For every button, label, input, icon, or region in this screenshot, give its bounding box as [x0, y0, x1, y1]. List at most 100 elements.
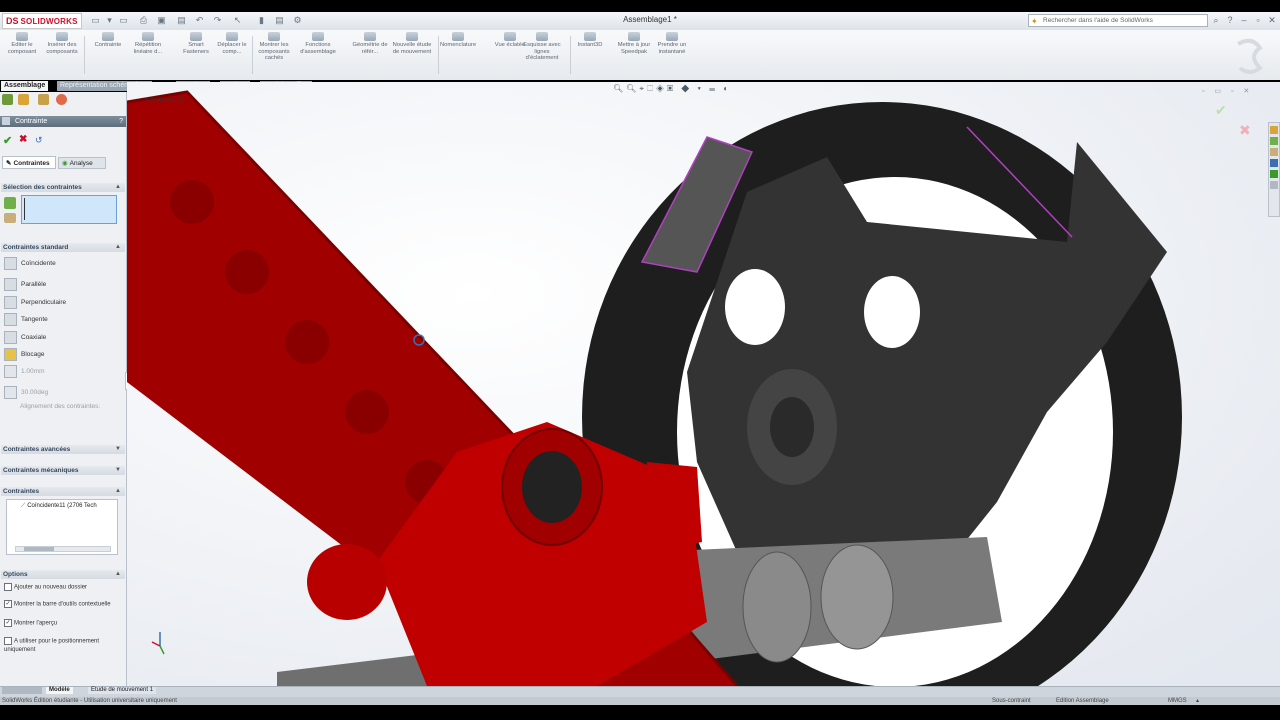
tab-scroll-buttons[interactable] [2, 687, 42, 694]
settings-icon[interactable]: ⚙ [292, 15, 303, 26]
property-manager-panel: Contrainte ? ✔ ✖ ↺ ✎ Contraintes ◉ Analyse… [0, 92, 133, 686]
section-mates[interactable]: Contraintes ▲ [1, 487, 125, 496]
section-mechanical-mates[interactable]: Contraintes mécaniques ▼ [1, 466, 125, 475]
coincident-mate-icon: ⟋ [21, 503, 26, 509]
tab-assemblage[interactable]: Assemblage [1, 81, 49, 91]
undo-mate-icon[interactable]: ↺ [35, 135, 43, 146]
new-document-icon[interactable]: ▭ [90, 15, 101, 26]
display-manager-icon[interactable] [56, 94, 67, 105]
help-search-input[interactable]: ✦ Rechercher dans l'aide de SolidWorks [1028, 14, 1208, 27]
option-checkbox[interactable] [4, 637, 12, 645]
print-icon[interactable]: ⎙ [138, 15, 149, 26]
select-icon[interactable]: ↖ [232, 15, 243, 26]
option-ajouter-au-nouveau-dossier[interactable]: Ajouter au nouveau dossier [4, 583, 120, 592]
nouvelle-etude-de-mouvement-button[interactable]: Nouvelle étude de mouvement [392, 32, 432, 55]
option-checkbox[interactable]: ✓ [4, 619, 12, 627]
feature-manager-icon[interactable] [2, 94, 13, 105]
scrollbar-thumb[interactable] [24, 547, 54, 551]
search-icon[interactable]: ⌕ [1210, 14, 1222, 26]
tab-motion-study[interactable]: Etude de mouvement 1 [88, 687, 157, 694]
mate-option-tangente[interactable]: Tangente [4, 313, 48, 326]
confirm-corner-cancel-icon[interactable]: ✖ [1239, 122, 1251, 139]
toolbar-button-label: Instant3D [577, 42, 603, 48]
option-montrer-l-apercu[interactable]: ✓ Montrer l'aperçu [4, 619, 120, 628]
subtab-mates[interactable]: ✎ Contraintes [2, 156, 56, 169]
subtab-analysis[interactable]: ◉ Analyse [58, 157, 106, 169]
property-manager-icon[interactable] [18, 94, 29, 105]
inserer-des-composants-button[interactable]: Insérer des composants [42, 32, 82, 55]
minimize-icon[interactable]: – [1238, 14, 1250, 26]
help-icon[interactable]: ? [119, 116, 123, 127]
fonctions-d-assemblage-button[interactable]: Fonctions d'assemblage [298, 32, 338, 55]
axle-bushing-2[interactable] [820, 544, 894, 650]
graphics-viewport[interactable]: 1 (Défaut<État... 🔍︎🔍︎⌖⬚◈▣ ◆ ▾ ☰ ◐ ▫ ▭ ▫… [127, 82, 1280, 686]
task-pane-strip[interactable] [1268, 122, 1280, 217]
contrainte-button[interactable]: Contrainte [88, 32, 128, 49]
mate-option-blocage[interactable]: Blocage [4, 348, 45, 361]
save-icon[interactable]: ▣ [156, 15, 167, 26]
redo-icon[interactable]: ↷ [212, 15, 223, 26]
status-units[interactable]: MMGS [1168, 697, 1187, 705]
red-pin-side[interactable] [647, 462, 702, 552]
restore-icon[interactable]: ▫ [1252, 14, 1264, 26]
mates-list-scrollbar[interactable] [15, 546, 111, 552]
mate-option-coaxiale[interactable]: Coaxiale [4, 331, 46, 344]
open-icon[interactable]: ▾ [104, 15, 115, 26]
section-advanced-mates[interactable]: Contraintes avancées ▼ [1, 445, 125, 454]
instant3d-button[interactable]: Instant3D [570, 32, 610, 49]
mate-option-parallele[interactable]: Parallèle [4, 278, 46, 291]
editer-le-composant-button[interactable]: Editer le composant [2, 32, 42, 55]
repetition-lineaire-d-button[interactable]: Répétition linéaire d... [128, 32, 168, 55]
subtab-mates-label: Contraintes [13, 160, 50, 167]
mettre-a-jour-speedpak-button[interactable]: Mettre à jour Speedpak [614, 32, 654, 55]
esquisse-avec-lignes-d-eclatement-button[interactable]: Esquisse avec lignes d'éclatement [522, 32, 562, 62]
tab-model[interactable]: Modèle [46, 687, 73, 694]
assembly-model-view[interactable] [127, 82, 1280, 686]
option-montrer-la-barre-d-outils-contextuelle[interactable]: ✓ Montrer la barre d'outils contextuelle [4, 600, 120, 609]
mates-list[interactable]: ⟋ Coïncidente11 (2706 Tech [6, 499, 118, 555]
reference-geometry-icon [364, 32, 376, 41]
toolbar-separator [84, 36, 85, 74]
section-mate-selections[interactable]: Sélection des contraintes ▲ [1, 183, 125, 192]
status-bar: SolidWorks Édition étudiante - Utilisati… [0, 697, 1280, 705]
cancel-x-icon[interactable]: ✖ [19, 134, 27, 145]
option-checkbox[interactable]: ✓ [4, 600, 12, 608]
option-a-utiliser-pour-le-positionnement-uniquement[interactable]: A utiliser pour le positionnement unique… [4, 637, 120, 654]
ok-check-icon[interactable]: ✔ [3, 134, 12, 147]
prendre-un-instantane-button[interactable]: Prendre un instantané [652, 32, 692, 55]
smart-fasteners-button[interactable]: Smart Fasteners [176, 32, 216, 55]
option-checkbox[interactable] [4, 583, 12, 591]
mate-selection-box[interactable] [21, 195, 117, 224]
axle-bushing[interactable] [742, 551, 812, 663]
beam-hole [345, 390, 389, 434]
viewport-window-controls[interactable]: ▫ ▭ ▫ ✕ [1202, 87, 1277, 97]
mate-option-coincidente[interactable]: Coïncidente [4, 257, 56, 270]
red-pin[interactable] [307, 544, 387, 620]
subtab-analysis-label: Analyse [69, 160, 93, 167]
confirm-corner-check-icon[interactable]: ✔ [1215, 102, 1227, 119]
open-file-icon[interactable]: ▭ [118, 15, 129, 26]
help-icon[interactable]: ? [1224, 14, 1236, 26]
options-icon[interactable]: ▤ [274, 15, 285, 26]
configuration-manager-icon[interactable] [38, 94, 49, 105]
rebuild-icon[interactable]: ▮ [256, 15, 267, 26]
deplacer-le-comp-button[interactable]: Déplacer le comp... [212, 32, 252, 55]
solidworks-watermark-icon [1237, 38, 1263, 74]
panel-title: Contrainte [14, 118, 48, 125]
logo-ds: DS [6, 16, 19, 26]
units-dropdown-icon[interactable]: ▴ [1196, 697, 1199, 705]
geometrie-de-refer-button[interactable]: Géométrie de référ... [350, 32, 390, 55]
montrer-les-composants-caches-button[interactable]: Montrer les composants cachés [254, 32, 294, 62]
heads-up-view-toolbar[interactable]: 🔍︎🔍︎⌖⬚◈▣ ◆ ▾ ☰ ◐ [613, 84, 803, 94]
section-standard-mates[interactable]: Contraintes standard ▲ [1, 243, 125, 252]
mate-list-item[interactable]: ⟋ Coïncidente11 (2706 Tech [21, 503, 97, 510]
undo-icon[interactable]: ↶ [194, 15, 205, 26]
solidworks-logo[interactable]: DS SOLIDWORKS [2, 13, 82, 29]
feature-tree-flyout-text[interactable]: 1 (Défaut<État... [145, 98, 189, 104]
nomenclature-button[interactable]: Nomenclature [438, 32, 478, 49]
print-2-icon[interactable]: ▤ [176, 15, 187, 26]
mate-option-perpendiculaire[interactable]: Perpendiculaire [4, 296, 66, 309]
concentric-icon [4, 331, 17, 344]
close-window-icon[interactable]: ✕ [1266, 14, 1278, 26]
section-options[interactable]: Options ▲ [1, 570, 125, 579]
